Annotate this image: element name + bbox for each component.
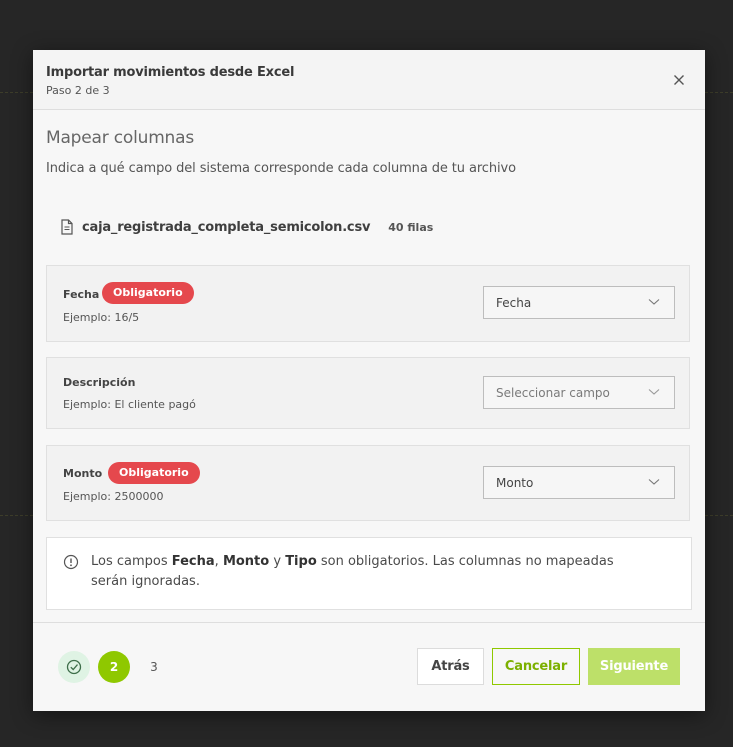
footer-divider <box>33 622 705 623</box>
check-circle-icon <box>66 659 82 675</box>
step-current: 2 <box>98 651 130 683</box>
file-info: caja_registrada_completa_semicolon.csv 4… <box>60 218 433 236</box>
step-upcoming: 3 <box>150 660 158 674</box>
chevron-down-icon <box>648 389 660 395</box>
close-button[interactable] <box>671 72 687 88</box>
mapping-row-descripcion: Descripción Ejemplo: El cliente pagó Sel… <box>46 357 690 429</box>
required-badge: Obligatorio <box>102 282 194 304</box>
section-title: Mapear columnas <box>46 128 194 148</box>
next-button[interactable]: Siguiente <box>588 648 680 685</box>
import-modal: Importar movimientos desde Excel Paso 2 … <box>33 50 705 711</box>
modal-header: Importar movimientos desde Excel Paso 2 … <box>33 50 705 110</box>
required-field-name: Monto <box>222 554 270 569</box>
file-icon <box>61 219 73 235</box>
column-name: Fecha <box>63 288 100 301</box>
file-name: caja_registrada_completa_semicolon.csv <box>82 219 371 235</box>
close-icon <box>674 75 684 85</box>
section-description: Indica a qué campo del sistema correspon… <box>46 161 516 176</box>
modal-step-subtitle: Paso 2 de 3 <box>46 84 110 97</box>
select-value: Fecha <box>496 296 532 310</box>
mapping-row-monto: Monto Obligatorio Ejemplo: 2500000 Monto <box>46 445 690 521</box>
info-icon <box>63 554 79 570</box>
chevron-down-icon <box>648 299 660 305</box>
column-example: Ejemplo: 2500000 <box>63 490 164 503</box>
notice-text: Los campos Fecha, Monto y Tipo son oblig… <box>91 554 614 589</box>
column-example: Ejemplo: El cliente pagó <box>63 398 196 411</box>
mapping-row-fecha: Fecha Obligatorio Ejemplo: 16/5 Fecha <box>46 265 690 342</box>
column-example: Ejemplo: 16/5 <box>63 311 140 324</box>
required-field-name: Fecha <box>171 554 215 569</box>
field-select[interactable]: Seleccionar campo <box>483 376 675 409</box>
column-name: Descripción <box>63 376 136 389</box>
chevron-down-icon <box>648 479 660 485</box>
select-value: Monto <box>496 476 534 490</box>
select-placeholder: Seleccionar campo <box>496 386 610 400</box>
column-name: Monto <box>63 467 103 480</box>
field-select[interactable]: Monto <box>483 466 675 499</box>
field-select[interactable]: Fecha <box>483 286 675 319</box>
cancel-button[interactable]: Cancelar <box>492 648 580 685</box>
required-field-name: Tipo <box>285 554 317 569</box>
required-fields-notice: Los campos Fecha, Monto y Tipo son oblig… <box>46 537 692 610</box>
required-badge: Obligatorio <box>108 462 200 484</box>
modal-title: Importar movimientos desde Excel <box>46 65 295 80</box>
file-row-count: 40 filas <box>388 220 434 234</box>
step-1-completed <box>58 651 90 683</box>
back-button[interactable]: Atrás <box>417 648 484 685</box>
